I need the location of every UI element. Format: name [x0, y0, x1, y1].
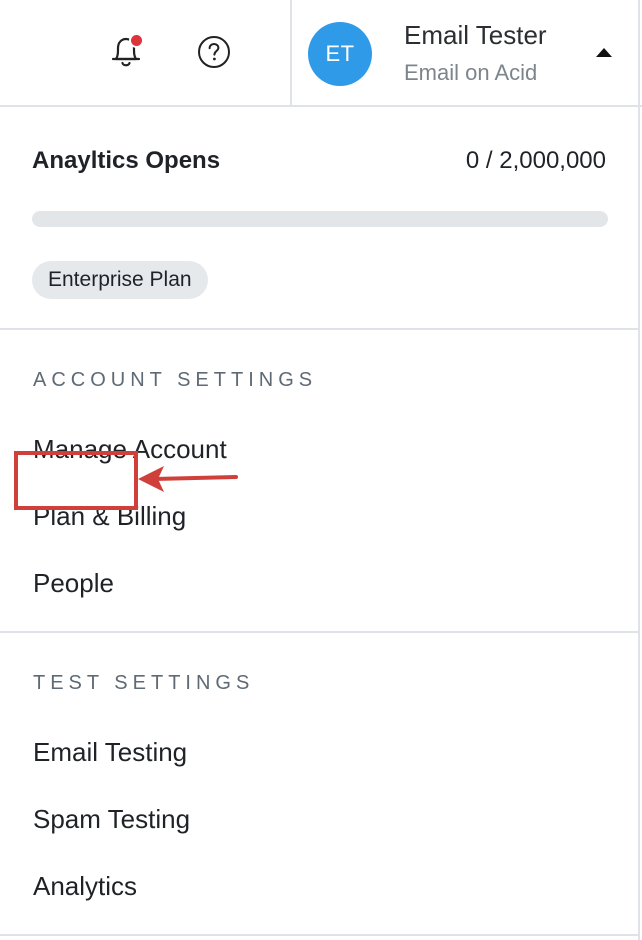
user-menu-toggle[interactable]: ET Email Tester Email on Acid	[292, 0, 638, 105]
notifications-button[interactable]	[104, 30, 148, 74]
avatar: ET	[308, 22, 372, 86]
usage-value: 0 / 2,000,000	[465, 147, 606, 174]
account-settings-heading: ACCOUNT SETTINGS	[33, 369, 318, 391]
section-divider	[0, 934, 638, 936]
help-button[interactable]	[192, 30, 236, 74]
section-divider	[0, 328, 638, 330]
header-divider-right	[638, 0, 640, 107]
caret-up-icon	[596, 48, 612, 57]
plan-badge: Enterprise Plan	[32, 261, 208, 299]
top-header: ET Email Tester Email on Acid	[0, 0, 642, 107]
help-circle-icon	[198, 36, 230, 68]
section-divider	[0, 631, 638, 633]
menu-item-manage-account[interactable]: Manage Account	[33, 434, 227, 465]
menu-item-spam-testing[interactable]: Spam Testing	[33, 804, 190, 835]
notification-badge	[129, 33, 144, 48]
usage-label: Anayltics Opens	[32, 147, 221, 174]
menu-item-people[interactable]: People	[33, 568, 114, 599]
usage-progress-bar	[32, 211, 608, 227]
user-dropdown-panel: Anayltics Opens 0 / 2,000,000 Enterprise…	[0, 107, 640, 940]
menu-item-email-testing[interactable]: Email Testing	[33, 737, 187, 768]
menu-item-plan-billing[interactable]: Plan & Billing	[33, 501, 186, 532]
test-settings-heading: TEST SETTINGS	[33, 672, 255, 694]
user-name: Email Tester	[404, 20, 547, 50]
user-organization: Email on Acid	[404, 60, 538, 85]
menu-item-analytics[interactable]: Analytics	[33, 871, 137, 902]
